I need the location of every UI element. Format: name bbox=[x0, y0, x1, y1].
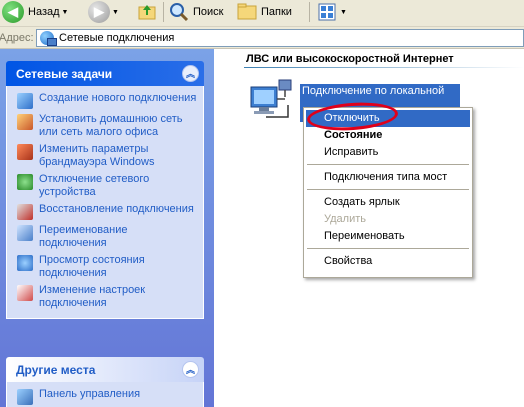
network-tasks-header[interactable]: Сетевые задачи ︽ bbox=[6, 61, 204, 86]
menu-item-repair[interactable]: Исправить bbox=[306, 144, 470, 161]
views-icon bbox=[318, 3, 336, 21]
menu-separator bbox=[307, 164, 469, 165]
up-folder-icon bbox=[138, 5, 156, 20]
task-pane: Сетевые задачи ︽ Создание нового подключ… bbox=[0, 49, 214, 407]
collapse-up-icon[interactable]: ︽ bbox=[182, 65, 199, 82]
task-rename[interactable]: Переименование подключения bbox=[17, 224, 197, 250]
menu-item-properties[interactable]: Свойства bbox=[306, 253, 470, 270]
lan-connection-icon[interactable] bbox=[248, 77, 296, 123]
collapse-up-icon[interactable]: ︽ bbox=[182, 361, 199, 378]
menu-item-delete: Удалить bbox=[324, 213, 366, 225]
place-label: Панель управления bbox=[39, 388, 141, 400]
toolbar-separator bbox=[163, 2, 164, 22]
toolbar-separator bbox=[309, 2, 310, 22]
back-dropdown-icon[interactable]: ▼ bbox=[62, 9, 69, 16]
control-panel-icon bbox=[17, 389, 33, 405]
task-label: Изменение настроек подключения bbox=[39, 284, 146, 309]
address-value: Сетевые подключения bbox=[59, 32, 175, 44]
network-tasks-body: Создание нового подключения Установить д… bbox=[6, 86, 204, 319]
task-label: Отключение сетевого устройства bbox=[39, 173, 150, 198]
status-icon bbox=[17, 255, 33, 271]
new-connection-icon bbox=[17, 93, 33, 109]
views-dropdown-icon[interactable]: ▼ bbox=[340, 9, 347, 16]
task-view-status[interactable]: Просмотр состояния подключения bbox=[17, 254, 197, 280]
address-input[interactable]: Сетевые подключения bbox=[36, 29, 524, 47]
address-label: Адрес: bbox=[0, 31, 34, 44]
forward-arrow-icon: ▶ bbox=[88, 1, 110, 23]
task-change-settings[interactable]: Изменение настроек подключения bbox=[17, 284, 197, 310]
network-connections-icon bbox=[40, 31, 57, 46]
menu-item-rename[interactable]: Переименовать bbox=[306, 228, 470, 245]
menu-item-status[interactable]: Состояние bbox=[306, 127, 470, 144]
place-control-panel[interactable]: Панель управления bbox=[17, 388, 197, 405]
section-divider bbox=[244, 67, 524, 68]
menu-separator bbox=[307, 189, 469, 190]
search-button[interactable]: Поиск bbox=[168, 0, 223, 24]
home-network-icon bbox=[17, 114, 33, 130]
task-label: Переименование подключения bbox=[39, 224, 128, 249]
views-button[interactable]: ▼ bbox=[316, 0, 347, 24]
back-button[interactable]: ◀ Назад ▼ bbox=[2, 0, 68, 24]
toolbar: ◀ Назад ▼ ▶ ▼ Поиск Папки ▼ bbox=[0, 0, 524, 27]
rename-icon bbox=[17, 225, 33, 241]
other-places-body: Панель управления bbox=[6, 382, 204, 407]
disable-device-icon bbox=[17, 174, 33, 190]
other-places-header[interactable]: Другие места ︽ bbox=[6, 357, 204, 382]
network-tasks-panel: Сетевые задачи ︽ Создание нового подключ… bbox=[6, 61, 204, 319]
task-home-network[interactable]: Установить домашнюю сеть или сеть малого… bbox=[17, 113, 197, 139]
search-icon bbox=[170, 3, 189, 22]
section-title: ЛВС или высокоскоростной Интернет bbox=[246, 53, 454, 65]
repair-icon bbox=[17, 204, 33, 220]
forward-dropdown-icon[interactable]: ▼ bbox=[112, 9, 119, 16]
other-places-title: Другие места bbox=[16, 362, 96, 377]
menu-item-bridge[interactable]: Подключения типа мост bbox=[306, 169, 470, 186]
firewall-icon bbox=[17, 144, 33, 160]
menu-separator bbox=[307, 248, 469, 249]
back-arrow-icon: ◀ bbox=[2, 1, 24, 23]
folders-button[interactable]: Папки bbox=[236, 0, 292, 24]
menu-item-create-shortcut[interactable]: Создать ярлык bbox=[306, 194, 470, 211]
settings-icon bbox=[17, 285, 33, 301]
task-label: Просмотр состояния подключения bbox=[39, 254, 145, 279]
task-label: Восстановление подключения bbox=[39, 203, 194, 215]
back-label: Назад bbox=[28, 6, 60, 18]
task-label: Изменить параметры брандмауэра Windows bbox=[39, 143, 155, 168]
task-firewall[interactable]: Изменить параметры брандмауэра Windows bbox=[17, 143, 197, 169]
other-places-panel: Другие места ︽ Панель управления bbox=[6, 357, 204, 407]
task-repair[interactable]: Восстановление подключения bbox=[17, 203, 197, 220]
up-folder-button[interactable] bbox=[136, 0, 158, 24]
task-create-connection[interactable]: Создание нового подключения bbox=[17, 92, 197, 109]
forward-button[interactable]: ▶ ▼ bbox=[88, 0, 119, 24]
network-tasks-title: Сетевые задачи bbox=[16, 66, 113, 81]
context-menu: Отключить Состояние Исправить Подключени… bbox=[303, 107, 473, 278]
task-disable-device[interactable]: Отключение сетевого устройства bbox=[17, 173, 197, 199]
task-label: Создание нового подключения bbox=[39, 92, 197, 104]
folders-icon bbox=[237, 3, 257, 20]
menu-item-disable[interactable]: Отключить bbox=[306, 110, 470, 127]
address-bar: Адрес: Сетевые подключения bbox=[0, 27, 524, 49]
search-label: Поиск bbox=[193, 6, 224, 18]
task-label: Установить домашнюю сеть или сеть малого… bbox=[39, 113, 183, 138]
folders-label: Папки bbox=[261, 6, 292, 18]
